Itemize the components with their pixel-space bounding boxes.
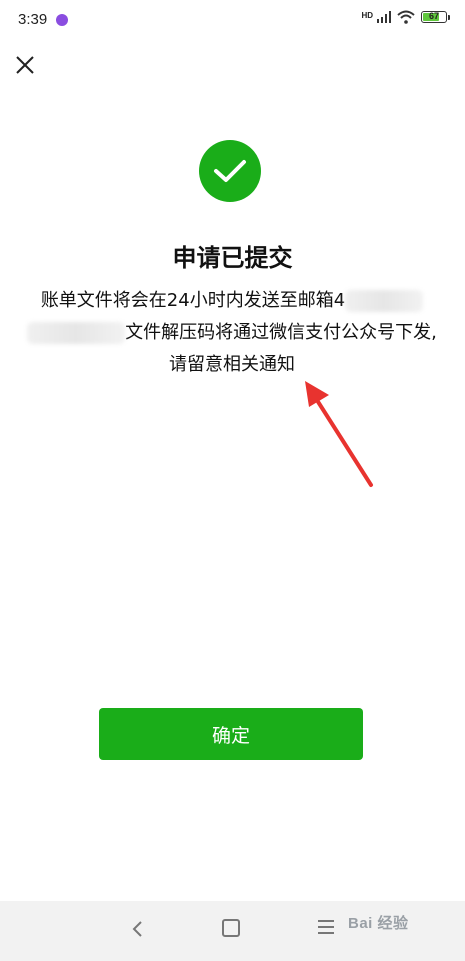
battery-icon: 67 [421, 11, 450, 23]
wifi-icon [397, 10, 415, 24]
status-time: 3:39 [18, 11, 48, 28]
app-notification-icon [56, 14, 68, 26]
menu-icon[interactable] [318, 920, 334, 938]
hd-label: HD [361, 11, 373, 20]
redacted-email-blur [27, 322, 126, 344]
message-part1: 账单文件将会在24小时内发送至邮箱4 [40, 290, 346, 311]
result-message: 账单文件将会在24小时内发送至邮箱4 文件解压码将通过微信支付公众号下发,请留意… [22, 285, 442, 381]
status-bar: 3:39 HD 67 [0, 0, 465, 40]
check-circle-icon [199, 140, 261, 202]
message-part2: 文件解压码将通过微信支付公众号下发,请留意相关通知 [125, 322, 437, 375]
signal-icon [377, 11, 391, 23]
home-icon[interactable] [222, 919, 240, 937]
page-title: 申请已提交 [172, 244, 293, 272]
confirm-button[interactable]: 确定 [99, 708, 363, 760]
battery-level: 67 [428, 11, 439, 21]
redacted-email-blur [345, 290, 424, 312]
close-button[interactable] [12, 52, 38, 78]
status-icons: HD 67 [361, 10, 450, 24]
red-arrow-icon [305, 381, 373, 487]
back-icon[interactable] [128, 919, 148, 939]
baidu-watermark: Bai 经验 [348, 915, 409, 932]
close-icon [16, 56, 34, 74]
